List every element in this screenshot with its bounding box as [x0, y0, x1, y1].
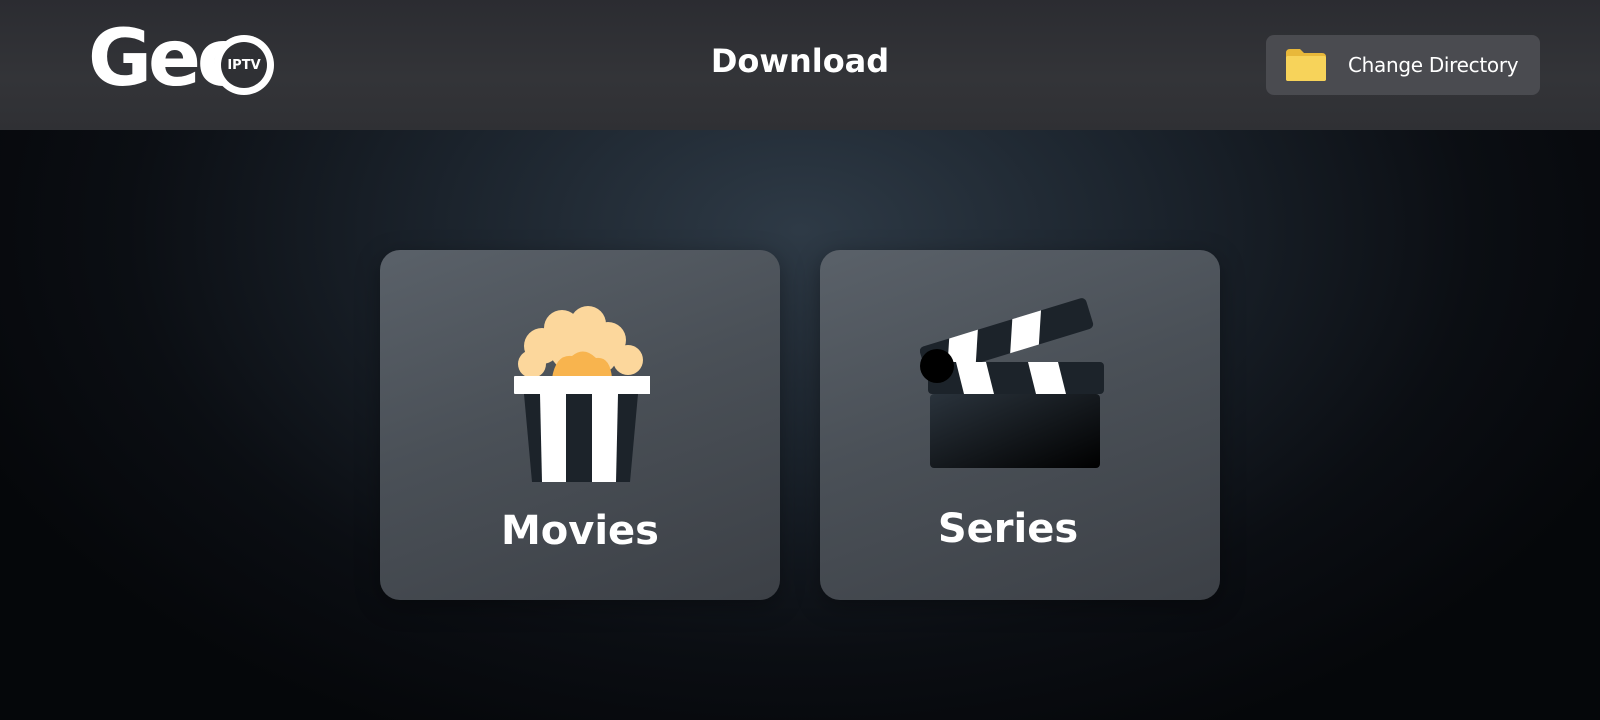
folder-icon	[1286, 49, 1326, 81]
logo-badge: IPTV	[214, 35, 274, 95]
logo-badge-text: IPTV	[227, 57, 261, 73]
clapperboard-icon	[920, 298, 1104, 468]
series-label: Series	[937, 506, 1079, 552]
top-bar: Geo IPTV Download Change Directory	[0, 0, 1600, 130]
movies-label: Movies	[500, 508, 659, 554]
app-logo: Geo IPTV	[88, 20, 274, 98]
change-directory-button[interactable]: Change Directory	[1266, 35, 1540, 95]
popcorn-icon	[514, 306, 650, 482]
change-directory-label: Change Directory	[1348, 53, 1519, 77]
series-card[interactable]: Series	[820, 250, 1220, 600]
movies-card[interactable]: Movies	[380, 250, 780, 600]
page-title: Download	[710, 42, 890, 80]
